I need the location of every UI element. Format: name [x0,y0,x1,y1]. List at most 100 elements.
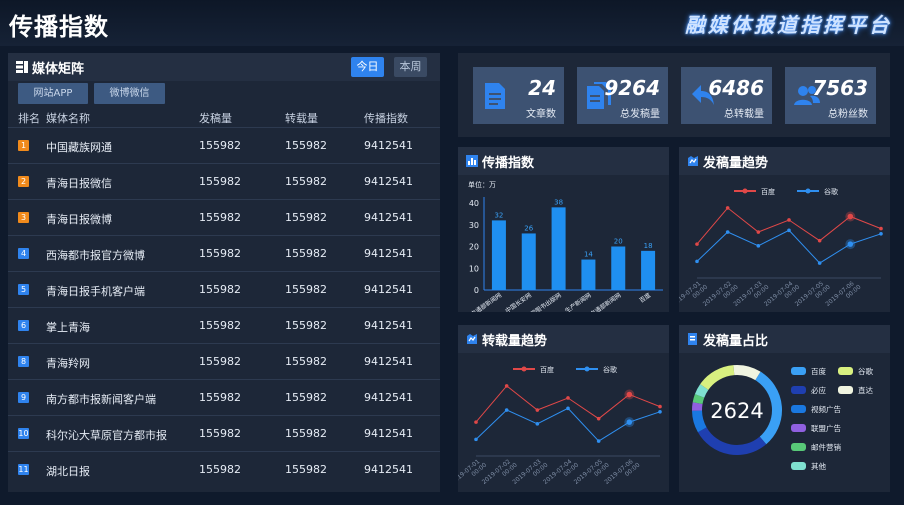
stat-value: 9264 [604,76,660,100]
bar [581,259,596,290]
data-point [596,416,601,421]
media-matrix-header: 媒体矩阵 今日 本周 [8,53,440,81]
stat-card-articles: 24 文章数 [473,67,564,124]
data-point [695,259,699,264]
x-tick-label: 百度 [638,291,652,304]
legend-marker [584,366,590,372]
donut-slice [733,365,761,381]
legend-label: 联盟广告 [811,423,841,433]
rank-badge: 5 [18,284,29,295]
bar-value-label: 32 [494,211,503,219]
data-point [658,404,662,409]
bar [611,246,626,290]
data-point [756,244,761,248]
bar [521,233,536,290]
posts-count: 155982 [199,427,241,440]
legend-swatch [791,386,806,394]
donut-slice [694,384,709,398]
y-tick-label: 0 [474,286,479,295]
legend-swatch [791,462,806,470]
donut-total: 2624 [710,399,763,423]
legend-swatch [838,367,853,375]
spread-index: 9412541 [364,427,413,440]
x-tick-label: 2019-07-0500:00 [794,280,832,308]
posts-count: 155982 [199,211,241,224]
posts-share-panel: 发稿量占比 2624 百度 谷歌 必应 直达 视频广告 联盟广告 邮件营销 其他 [679,325,890,492]
media-name: 中国藏族网通 [46,141,112,154]
table-row[interactable]: 3 青海日报微博 155982 155982 9412541 [8,199,440,235]
table-row[interactable]: 9 南方都市报新闻客户端 155982 155982 9412541 [8,379,440,415]
tab-this-week[interactable]: 本周 [394,57,427,77]
panel-title: 传播指数 [482,156,535,171]
posts-count: 155982 [199,319,241,332]
rank-badge: 10 [18,428,29,439]
data-point [658,409,662,414]
spread-index: 9412541 [364,139,413,152]
reposts-count: 155982 [285,391,327,404]
unit-label: 单位：万 [468,180,496,189]
table-row[interactable]: 8 青海羚网 155982 155982 9412541 [8,343,440,379]
reposts-count: 155982 [285,319,327,332]
table-row[interactable]: 2 青海日报微信 155982 155982 9412541 [8,163,440,199]
bar [641,250,656,290]
x-tick-label: 2019-07-0600:00 [824,280,862,308]
legend-label: 谷歌 [824,187,838,196]
subtab-weibo-wechat[interactable]: 微博微信 [94,83,165,104]
posts-count: 155982 [199,139,241,152]
y-tick-label: 40 [469,199,479,208]
posts-count: 155982 [199,463,241,476]
stat-card-total-posts: 9264 总发稿量 [577,67,668,124]
stat-value: 24 [528,76,556,100]
line-chart-posts: 百度 谷歌2019-07-0100:002019-07-0200:002019-0… [679,187,883,308]
platform-title: 融媒体报道指挥平台 [685,13,892,37]
x-tick-label: 2019-07-0200:00 [702,280,740,308]
y-tick-label: 20 [469,243,479,252]
media-name: 科尔沁大草原官方都市报 [46,429,167,442]
table-row[interactable]: 4 西海都市报官方微博 155982 155982 9412541 [8,235,440,271]
data-point [566,406,570,411]
spread-index: 9412541 [364,175,413,188]
data-point [879,231,883,236]
stat-label: 总粉丝数 [828,109,868,120]
legend-label: 直达 [858,385,873,395]
legend-label: 必应 [811,385,826,395]
x-tick-label: 2019-07-0100:00 [458,458,488,486]
bar-chart-icon [466,155,478,167]
bar [491,220,506,290]
bar-chart: 单位：万01020304032交通部新闻网26中国长安网38中国图书出版网14生… [468,180,663,312]
table-row[interactable]: 10 科尔沁大草原官方都市报 155982 155982 9412541 [8,415,440,451]
reposts-count: 155982 [285,247,327,260]
x-tick-label: 2019-07-0300:00 [732,280,770,308]
legend-label: 百度 [761,187,775,196]
legend-swatch [838,386,853,394]
legend-label: 视频广告 [811,404,841,414]
table-row[interactable]: 5 青海日报手机客户端 155982 155982 9412541 [8,271,440,307]
rank-badge: 1 [18,140,29,151]
x-tick-label: 2019-07-0400:00 [763,280,801,308]
data-point [725,206,730,210]
table-row[interactable]: 11 湖北日报 155982 155982 9412541 [8,451,440,487]
table-row[interactable]: 6 掌上青海 155982 155982 9412541 [8,307,440,343]
stat-value: 7563 [812,76,868,100]
tab-today[interactable]: 今日 [351,57,384,77]
media-name: 青海日报微信 [46,177,112,190]
data-point [725,230,730,234]
reposts-count: 155982 [285,211,327,224]
bar-value-label: 38 [554,198,563,206]
x-tick-label: 交通部新闻网 [588,291,622,312]
subtab-website-app[interactable]: 网站APP [18,83,88,104]
legend-label: 谷歌 [858,366,873,376]
spread-index-panel: 传播指数 单位：万 0 10 20 30 40 32 交通部新闻网 26 中国长安网 38 中国图书出… [458,147,669,312]
table-row[interactable]: 1 中国藏族网通 155982 155982 9412541 [8,127,440,163]
data-point [474,420,478,424]
posts-trend-panel: 发稿量趋势 百度 谷歌 2019-07-01 00:00 2019-07-02 00:00… [679,147,890,312]
media-name: 掌上青海 [46,321,90,334]
x-tick-label: 生产新闻网 [563,291,592,312]
panel-header: 转载量趋势 [458,325,669,353]
share-icon [688,333,697,345]
column-reposts: 转载量 [285,112,318,125]
legend-swatch [791,367,806,375]
bar-value-label: 26 [524,224,533,232]
donut-slice [692,394,705,405]
page-title: 传播指数 [9,13,109,41]
